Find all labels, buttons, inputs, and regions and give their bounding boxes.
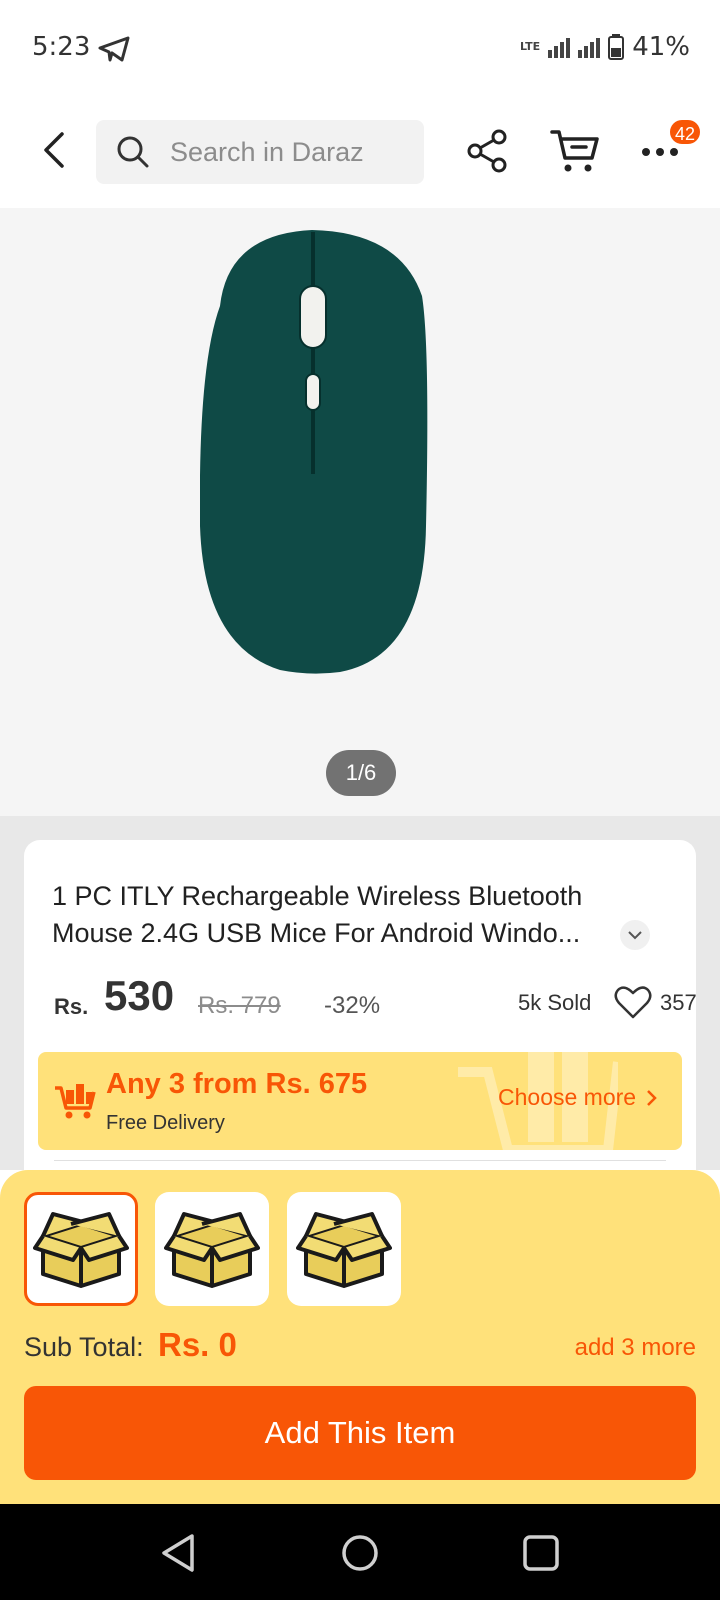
promo-subtitle: Free Delivery bbox=[106, 1112, 225, 1134]
add-this-item-button[interactable]: Add This Item bbox=[24, 1386, 696, 1480]
box-icon bbox=[164, 1212, 260, 1288]
bundle-bottom-sheet: Sub Total: Rs. 0 add 3 more Add This Ite… bbox=[0, 1170, 720, 1504]
telegram-icon bbox=[98, 36, 130, 62]
signal-icon-2 bbox=[578, 36, 601, 58]
status-time: 5:23 bbox=[32, 32, 91, 62]
system-nav-bar bbox=[0, 1504, 720, 1600]
nav-home-icon[interactable] bbox=[339, 1532, 381, 1574]
top-header: Search in Daraz 42 bbox=[0, 96, 720, 208]
cart-icon[interactable] bbox=[550, 128, 600, 174]
bundle-promo-banner[interactable]: Any 3 from Rs. 675 Free Delivery Choose … bbox=[38, 1052, 682, 1150]
share-icon[interactable] bbox=[466, 128, 510, 174]
search-icon bbox=[116, 134, 152, 170]
signal-icon bbox=[548, 36, 571, 58]
image-counter: 1/6 bbox=[326, 750, 396, 796]
bundle-slot-2[interactable] bbox=[155, 1192, 269, 1306]
product-image bbox=[200, 230, 428, 674]
box-icon bbox=[296, 1212, 392, 1288]
status-indicators: LTE 41% bbox=[520, 32, 690, 62]
back-button[interactable] bbox=[34, 126, 74, 174]
notification-badge: 42 bbox=[668, 118, 703, 146]
price-currency: Rs. bbox=[54, 994, 89, 1019]
sold-count: 5k Sold bbox=[518, 990, 592, 1015]
divider bbox=[54, 1160, 666, 1161]
discount-badge: -32% bbox=[324, 992, 381, 1019]
subtotal-value: Rs. 0 bbox=[158, 1326, 237, 1363]
product-info-card: 1 PC ITLY Rechargeable Wireless Bluetoot… bbox=[24, 840, 697, 1200]
product-title: 1 PC ITLY Rechargeable Wireless Bluetoot… bbox=[52, 881, 583, 948]
nav-back-icon[interactable] bbox=[158, 1532, 200, 1574]
battery-level: 41% bbox=[632, 32, 690, 62]
battery-icon bbox=[608, 34, 625, 60]
promo-title: Any 3 from Rs. 675 bbox=[106, 1068, 368, 1100]
chevron-down-icon bbox=[628, 931, 642, 940]
nav-recents-icon[interactable] bbox=[520, 1532, 562, 1574]
bundle-slot-1[interactable] bbox=[24, 1192, 138, 1306]
wishlist-count: 357 bbox=[660, 990, 697, 1015]
search-input[interactable]: Search in Daraz bbox=[96, 120, 424, 184]
box-icon bbox=[33, 1212, 129, 1288]
network-label: LTE bbox=[519, 40, 541, 53]
price-row: Rs. 530 Rs. 779 -32% 5k Sold 357 bbox=[54, 972, 697, 1022]
status-bar: 5:23 LTE 41% bbox=[0, 0, 720, 96]
add-more-hint: add 3 more bbox=[574, 1334, 696, 1361]
search-placeholder: Search in Daraz bbox=[170, 136, 364, 167]
shopping-cart-icon bbox=[55, 1084, 96, 1119]
choose-more-label: Choose more bbox=[498, 1084, 637, 1110]
chevron-left-icon bbox=[44, 132, 64, 168]
choose-more-link[interactable]: Choose more bbox=[498, 1084, 658, 1111]
subtotal-label: Sub Total: bbox=[24, 1332, 144, 1362]
wishlist-heart-icon[interactable] bbox=[614, 984, 652, 1020]
bundle-slot-3[interactable] bbox=[287, 1192, 401, 1306]
expand-title-button[interactable] bbox=[620, 920, 650, 950]
chevron-right-icon bbox=[647, 1090, 658, 1106]
product-image-gallery[interactable]: 1/6 bbox=[0, 208, 720, 816]
product-price: 530 bbox=[104, 972, 175, 1019]
original-price: Rs. 779 bbox=[198, 992, 281, 1019]
